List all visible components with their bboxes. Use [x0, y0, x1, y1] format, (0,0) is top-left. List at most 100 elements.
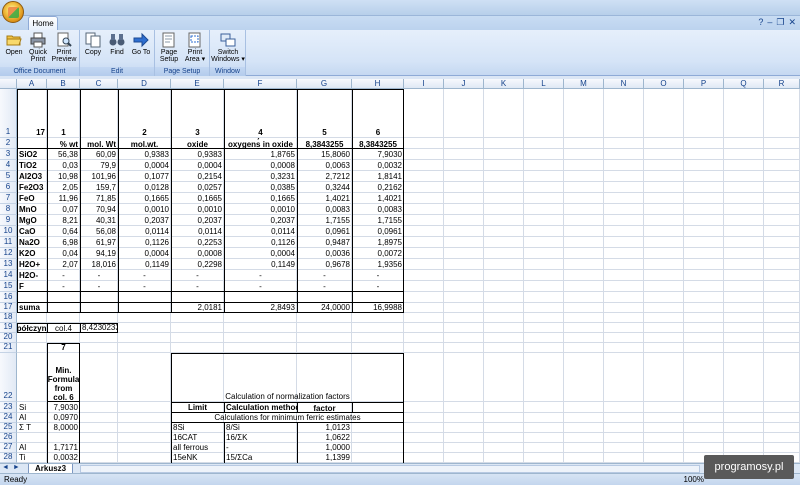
row-header-22[interactable]: 22 — [0, 353, 17, 402]
cell-b22[interactable]: Min. Formula from col. 6 — [47, 353, 80, 402]
cell-c7[interactable]: 71,85 — [80, 194, 118, 204]
cell-c6[interactable]: 159,7 — [80, 183, 118, 193]
cell-g11[interactable]: 0,9487 — [297, 238, 352, 248]
find-button[interactable]: Find — [106, 32, 128, 56]
tab-home[interactable]: Home — [28, 16, 58, 30]
column-header-m[interactable]: M — [564, 79, 604, 89]
column-header-h[interactable]: H — [352, 79, 404, 89]
row-header-7[interactable]: 7 — [0, 193, 17, 204]
print-area-button[interactable]: Print Area ▾ — [183, 32, 207, 63]
cell-f8[interactable]: 0,0010 — [224, 205, 297, 215]
cell-e4[interactable]: 0,0004 — [171, 161, 224, 171]
row-header-5[interactable]: 5 — [0, 171, 17, 182]
cell-a5[interactable]: Al2O3 — [17, 172, 47, 182]
cell-f6[interactable]: 0,0385 — [224, 183, 297, 193]
cell-c3[interactable]: 60,09 — [80, 150, 118, 160]
cell-c14[interactable]: - — [80, 271, 118, 281]
cell-h5[interactable]: 1,8141 — [352, 172, 404, 182]
cell-h14[interactable]: - — [352, 271, 404, 281]
cell-d7[interactable]: 0,1665 — [118, 194, 171, 204]
cell-c12[interactable]: 94,19 — [80, 249, 118, 259]
column-header-e[interactable]: E — [171, 79, 224, 89]
column-header-f[interactable]: F — [224, 79, 297, 89]
cell-d6[interactable]: 0,0128 — [118, 183, 171, 193]
column-header-b[interactable]: B — [47, 79, 80, 89]
page-setup-button[interactable]: Page Setup — [157, 32, 181, 63]
cell-e28[interactable]: 15eNK — [171, 453, 224, 463]
row-header-6[interactable]: 6 — [0, 182, 17, 193]
cell-a6[interactable]: Fe2O3 — [17, 183, 47, 193]
cell-a9[interactable]: MgO — [17, 216, 47, 226]
cell-b25[interactable]: 8,0000 — [47, 423, 80, 433]
cell-b24[interactable]: 0,0970 — [47, 413, 80, 423]
cell-c9[interactable]: 40,31 — [80, 216, 118, 226]
row-header-2[interactable]: 2 — [0, 138, 17, 149]
quick-print-button[interactable]: Quick Print — [26, 32, 50, 63]
cell-g8[interactable]: 0,0083 — [297, 205, 352, 215]
cell-b21[interactable]: 7 — [47, 343, 80, 353]
cell-d4[interactable]: 0,0004 — [118, 161, 171, 171]
office-button[interactable] — [2, 1, 24, 23]
cell-c11[interactable]: 61,97 — [80, 238, 118, 248]
cell-h9[interactable]: 1,7155 — [352, 216, 404, 226]
cell-f11[interactable]: 0,1126 — [224, 238, 297, 248]
row-header-4[interactable]: 4 — [0, 160, 17, 171]
cell-e14[interactable]: - — [171, 271, 224, 281]
cell-a1[interactable]: 17 — [17, 128, 47, 138]
cell-h6[interactable]: 0,2162 — [352, 183, 404, 193]
cell-e27[interactable]: all ferrous — [171, 443, 224, 453]
cell-b27[interactable]: 1,7171 — [47, 443, 80, 453]
cell-f3[interactable]: 1,8765 — [224, 150, 297, 160]
cell-e8[interactable]: 0,0010 — [171, 205, 224, 215]
cell-e6[interactable]: 0,0257 — [171, 183, 224, 193]
cell-h10[interactable]: 0,0961 — [352, 227, 404, 237]
switch-windows-button[interactable]: Switch Windows ▾ — [211, 32, 245, 63]
cell-h4[interactable]: 0,0032 — [352, 161, 404, 171]
cell-g10[interactable]: 0,0961 — [297, 227, 352, 237]
select-all-corner[interactable] — [0, 79, 17, 89]
cell-b12[interactable]: 0,04 — [47, 249, 80, 259]
cell-b11[interactable]: 6,98 — [47, 238, 80, 248]
row-header-3[interactable]: 3 — [0, 149, 17, 160]
column-header-a[interactable]: A — [17, 79, 47, 89]
row-header-28[interactable]: 28 — [0, 452, 17, 463]
cell-f1[interactable]: 4 — [224, 128, 297, 138]
cell-c4[interactable]: 79,9 — [80, 161, 118, 171]
sheet-navigation-arrows-icon[interactable]: ◄ ► — [2, 464, 21, 471]
row-header-14[interactable]: 14 — [0, 270, 17, 281]
cell-b10[interactable]: 0,64 — [47, 227, 80, 237]
cell-g26[interactable]: 1,0622 — [297, 433, 352, 443]
cell-h11[interactable]: 1,8975 — [352, 238, 404, 248]
cell-d10[interactable]: 0,0114 — [118, 227, 171, 237]
go-to-button[interactable]: Go To — [130, 32, 152, 56]
cell-g6[interactable]: 0,3244 — [297, 183, 352, 193]
cell-f27[interactable]: - — [224, 443, 297, 453]
row-header-15[interactable]: 15 — [0, 281, 17, 292]
cell-f5[interactable]: 0,3231 — [224, 172, 297, 182]
column-header-r[interactable]: R — [764, 79, 800, 89]
cell-b6[interactable]: 2,05 — [47, 183, 80, 193]
column-header-i[interactable]: I — [404, 79, 444, 89]
cell-b3[interactable]: 56,38 — [47, 150, 80, 160]
cell-f28[interactable]: 15/ΣCa — [224, 453, 297, 463]
cell-f13[interactable]: 0,1149 — [224, 260, 297, 270]
cell-g7[interactable]: 1,4021 — [297, 194, 352, 204]
minimize-icon[interactable]: – — [767, 17, 772, 28]
cell-e11[interactable]: 0,2253 — [171, 238, 224, 248]
column-header-g[interactable]: G — [297, 79, 352, 89]
column-header-j[interactable]: J — [444, 79, 484, 89]
cell-e5[interactable]: 0,2154 — [171, 172, 224, 182]
cell-h1[interactable]: 6 — [352, 128, 404, 138]
column-header-c[interactable]: C — [80, 79, 118, 89]
cell-c5[interactable]: 101,96 — [80, 172, 118, 182]
column-header-o[interactable]: O — [644, 79, 684, 89]
cell-f14[interactable]: - — [224, 271, 297, 281]
cell-b8[interactable]: 0,07 — [47, 205, 80, 215]
cell-a3[interactable]: SiO2 — [17, 150, 47, 160]
cell-f12[interactable]: 0,0004 — [224, 249, 297, 259]
cell-h13[interactable]: 1,9356 — [352, 260, 404, 270]
zoom-level[interactable]: 100% — [684, 474, 704, 485]
open-button[interactable]: Open — [2, 32, 26, 56]
cell-e9[interactable]: 0,2037 — [171, 216, 224, 226]
cell-e3[interactable]: 0,9383 — [171, 150, 224, 160]
